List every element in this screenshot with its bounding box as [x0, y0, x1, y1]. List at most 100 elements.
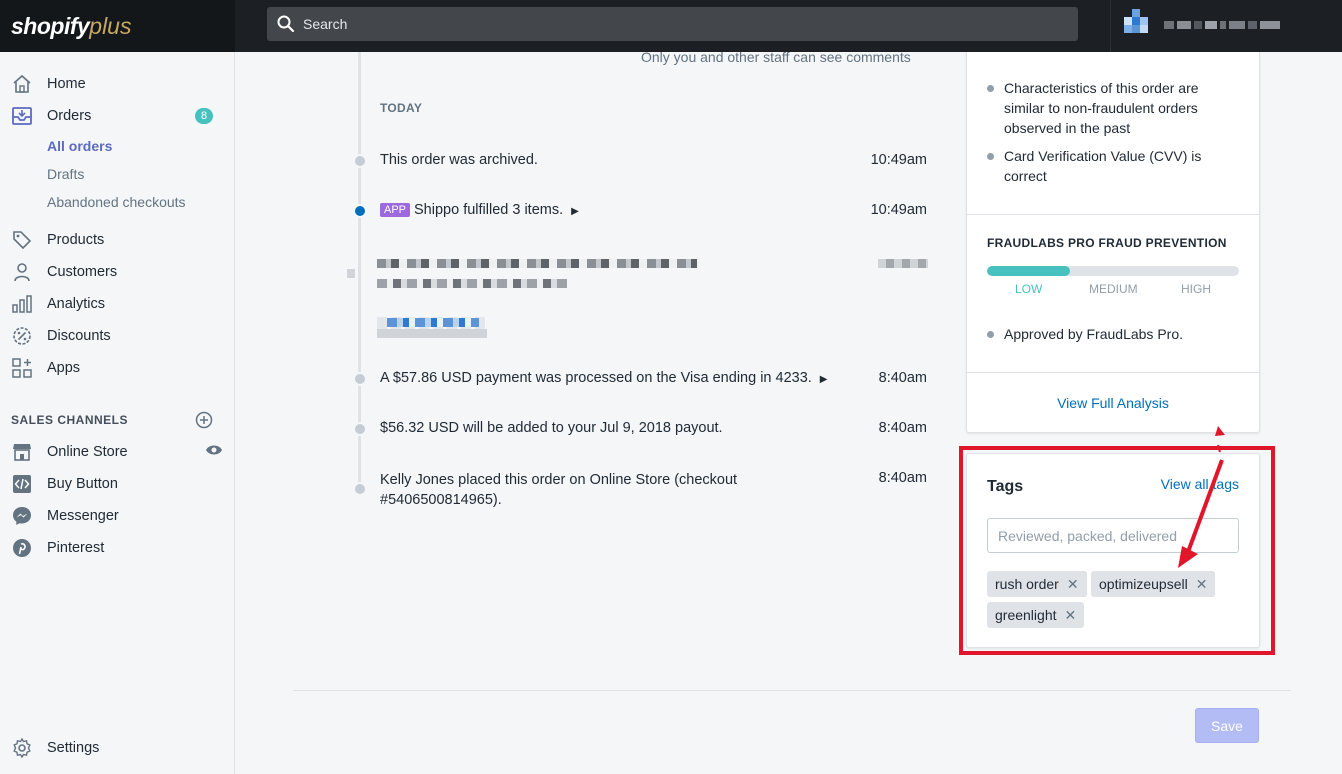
timeline-day-label: TODAY [380, 101, 423, 115]
sidebar-item-analytics[interactable]: Analytics [11, 292, 221, 316]
page-footer-divider [293, 690, 1291, 691]
bullet-dot [987, 85, 994, 92]
sidebar: Home Orders 8 All orders Drafts Abandone… [0, 52, 235, 774]
sidebar-item-messenger[interactable]: Messenger [11, 504, 221, 528]
card-divider [967, 214, 1259, 215]
sidebar-item-settings[interactable]: Settings [11, 736, 221, 760]
remove-tag-icon[interactable]: ✕ [1065, 607, 1077, 624]
sidebar-subitem-all-orders[interactable]: All orders [47, 138, 112, 154]
timeline-event-time: 8:40am [878, 420, 927, 436]
tag-chip: optimizeupsell ✕ [1091, 571, 1216, 597]
timeline-dot [353, 422, 367, 436]
sidebar-item-online-store[interactable]: Online Store [11, 440, 223, 464]
risk-level-fill [987, 266, 1071, 276]
sidebar-item-products[interactable]: Products [11, 228, 221, 252]
person-icon [11, 261, 33, 283]
fraud-indicator: Characteristics of this order are simila… [987, 78, 1227, 138]
expand-caret-icon[interactable]: ▶ [820, 374, 828, 385]
topbar-divider [1110, 0, 1111, 52]
apps-icon [11, 357, 33, 379]
sidebar-item-discounts[interactable]: Discounts [11, 324, 221, 348]
search-icon [277, 15, 295, 33]
timeline-dot [353, 372, 367, 386]
tags-input[interactable] [987, 518, 1239, 553]
fraud-approval-text: Approved by FraudLabs Pro. [1004, 326, 1183, 342]
sidebar-item-label: Discounts [47, 328, 111, 344]
add-sales-channel-icon[interactable] [195, 411, 213, 432]
comments-visibility-note: Only you and other staff can see comment… [641, 49, 911, 65]
messenger-icon [11, 505, 33, 527]
timeline-dot [353, 482, 367, 496]
timeline-event-time: 8:40am [878, 470, 927, 486]
sidebar-item-label: Pinterest [47, 540, 105, 556]
store-name-redacted [1164, 21, 1283, 29]
search-input[interactable]: Search [267, 7, 1078, 41]
gear-icon [11, 737, 33, 759]
sidebar-item-home[interactable]: Home [11, 72, 221, 96]
code-icon [11, 473, 33, 495]
risk-label-low: LOW [1015, 282, 1043, 296]
tags-card: Tags View all tags rush order ✕ optimizeu… [966, 453, 1260, 648]
orders-icon [11, 105, 33, 127]
sidebar-item-label: Messenger [47, 508, 119, 524]
eye-icon[interactable] [205, 443, 223, 460]
sidebar-item-label: Home [47, 76, 86, 92]
save-button[interactable]: Save [1195, 708, 1259, 743]
home-icon [11, 73, 33, 95]
orders-count-badge: 8 [195, 108, 213, 124]
store-icon [11, 441, 33, 463]
view-all-tags-link[interactable]: View all tags [1161, 476, 1239, 492]
sidebar-item-label: Analytics [47, 296, 106, 312]
timeline-event-text: This order was archived. [380, 152, 538, 168]
fraud-indicator-text: Card Verification Value (CVV) is correct [1004, 148, 1202, 184]
bullet-dot [987, 153, 994, 160]
logo-text-plus: plus [89, 12, 132, 39]
timeline-dot [353, 154, 367, 168]
shopify-plus-logo[interactable]: shopify plus [0, 0, 235, 52]
sidebar-item-apps[interactable]: Apps [11, 356, 221, 380]
timeline-event-payment[interactable]: A $57.86 USD payment was processed on th… [380, 370, 828, 386]
tag-chip: rush order ✕ [987, 571, 1087, 597]
timeline-dot [353, 204, 367, 218]
sidebar-item-orders[interactable]: Orders 8 [11, 104, 221, 128]
tag-icon [11, 229, 33, 251]
timeline-event-text: $56.32 USD will be added to your Jul 9, … [380, 420, 723, 436]
remove-tag-icon[interactable]: ✕ [1067, 576, 1079, 593]
sidebar-item-label: Apps [47, 360, 81, 376]
search-placeholder: Search [303, 16, 348, 32]
account-menu[interactable] [1124, 9, 1283, 41]
tags-title: Tags [987, 478, 1024, 495]
fraud-analysis-card: Characteristics of this order are simila… [966, 52, 1260, 433]
timeline-event-time: 10:49am [870, 152, 927, 168]
sidebar-item-label: Buy Button [47, 476, 118, 492]
sidebar-item-label: Customers [47, 264, 118, 280]
fraud-indicator: Card Verification Value (CVV) is correct [987, 146, 1227, 186]
sidebar-subitem-abandoned-checkouts[interactable]: Abandoned checkouts [47, 194, 186, 210]
fraudlabs-title: FRAUDLABS PRO FRAUD PREVENTION [987, 236, 1227, 250]
timeline-event-shippo[interactable]: APP Shippo fulfilled 3 items. ▶ [380, 202, 579, 218]
sidebar-item-pinterest[interactable]: Pinterest [11, 536, 221, 560]
logo-text-main: shopify [11, 12, 90, 39]
sidebar-item-label: Products [47, 232, 105, 248]
sidebar-item-buy-button[interactable]: Buy Button [11, 472, 221, 496]
timeline-event-time: 10:49am [870, 202, 927, 218]
fraud-indicator-text: Characteristics of this order are simila… [1004, 80, 1199, 136]
expand-caret-icon[interactable]: ▶ [571, 206, 579, 217]
view-full-analysis-link[interactable]: View Full Analysis [967, 395, 1259, 411]
bullet-dot [987, 331, 994, 338]
timeline-event-text: A $57.86 USD payment was processed on th… [380, 370, 812, 386]
top-bar: shopify plus Search [0, 0, 1342, 52]
sidebar-item-label: Online Store [47, 444, 128, 460]
tag-chip: greenlight ✕ [987, 602, 1085, 628]
fraud-approval: Approved by FraudLabs Pro. [987, 324, 1227, 344]
avatar [1124, 9, 1148, 33]
sidebar-item-label: Settings [47, 740, 100, 756]
sidebar-item-label: Orders [47, 108, 92, 124]
sidebar-subitem-drafts[interactable]: Drafts [47, 166, 84, 182]
remove-tag-icon[interactable]: ✕ [1196, 576, 1208, 593]
card-divider [967, 372, 1259, 373]
risk-label-high: HIGH [1181, 282, 1211, 296]
sidebar-item-customers[interactable]: Customers [11, 260, 221, 284]
risk-level-bar [987, 266, 1239, 276]
bar-chart-icon [11, 293, 33, 315]
